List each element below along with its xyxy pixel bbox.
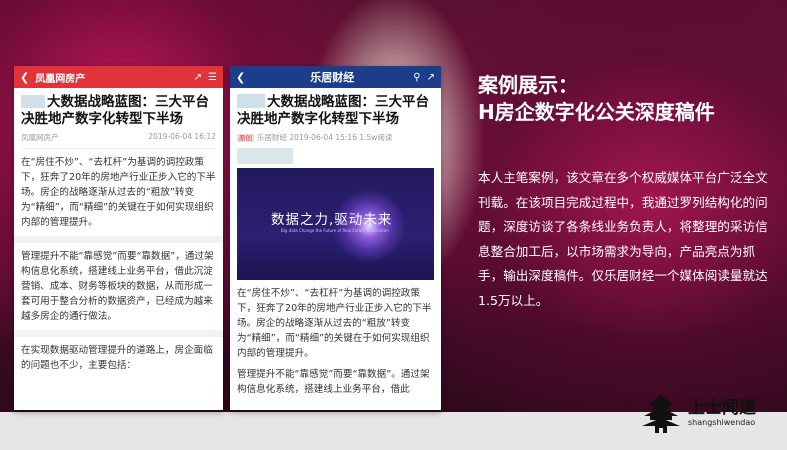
redacted-block <box>237 94 265 108</box>
case-heading-line1: 案例展示： <box>478 73 578 97</box>
phone-screenshot-leju: ❮ 乐居财经 ⚲ ↗ 大数据战略蓝图：三大平台决胜地产数字化转型下半场 原创 乐居… <box>230 66 441 410</box>
article-paragraph: 在“房住不炒”、“去杠杆”为基调的调控政策下，狂奔了20年的房地产行业正步入它的… <box>237 288 432 359</box>
phone2-header: ❮ 乐居财经 ⚲ ↗ <box>230 66 441 88</box>
article-title: 大数据战略蓝图：三大平台决胜地产数字化转型下半场 <box>237 94 429 127</box>
back-icon[interactable]: ❮ <box>20 71 29 84</box>
article-meta: 凤凰网房产 2019-06-04 16:12 <box>21 132 216 143</box>
case-heading: 案例展示： H房企数字化公关深度稿件 <box>478 72 715 126</box>
article-source: 凤凰网房产 <box>21 133 59 142</box>
article-meta: 原创 乐居财经 2019-06-04 15:16 1.5w阅读 <box>237 132 434 143</box>
ifeng-house-logo: 凤凰网房产 <box>35 73 86 85</box>
case-description: 本人主笔案例，该文章在多个权威媒体平台广泛全文刊载。在该项目完成过程中，我通过罗… <box>478 170 768 308</box>
case-heading-line2: H房企数字化公关深度稿件 <box>478 100 715 124</box>
article-paragraph: 在实现数据驱动管理提升的道路上，房企面临的问题也不少，主要包括： <box>21 345 213 371</box>
redacted-block <box>237 148 293 164</box>
phone1-article: 大数据战略蓝图：三大平台决胜地产数字化转型下半场 凤凰网房产 2019-06-0… <box>14 88 223 385</box>
menu-icon[interactable]: ☰ <box>208 72 217 83</box>
article-title: 大数据战略蓝图：三大平台决胜地产数字化转型下半场 <box>21 94 209 127</box>
original-tag: 原创 <box>237 134 254 142</box>
article-cover-image: 数据之力,驱动未来 Big data Change the Future of … <box>237 168 434 280</box>
paragraph-gap <box>14 330 223 337</box>
leju-finance-logo: 乐居财经 <box>310 71 355 84</box>
cover-subtitle: Big data Change the Future of Real Estat… <box>281 228 389 233</box>
phone2-article: 大数据战略蓝图：三大平台决胜地产数字化转型下半场 原创 乐居财经 2019-06-… <box>230 88 441 409</box>
cover-headline: 数据之力,驱动未来 <box>271 212 393 228</box>
article-paragraph: 在“房住不炒”、“去杠杆”为基调的调控政策下，狂奔了20年的房地产行业正步入它的… <box>21 157 216 228</box>
redacted-block <box>21 95 45 108</box>
search-icon[interactable]: ⚲ <box>413 72 420 83</box>
article-paragraph: 管理提升不能“靠感觉”而要“靠数据”，通过架构信息化系统，搭建线上业务平台，借此… <box>21 251 214 322</box>
article-meta-text: 乐居财经 2019-06-04 15:16 1.5w阅读 <box>257 133 393 142</box>
back-icon[interactable]: ❮ <box>236 71 245 84</box>
brand-pinyin: shangshiwendao <box>688 418 756 427</box>
divider <box>21 148 216 149</box>
share-icon[interactable]: ↗ <box>427 72 435 83</box>
pagoda-icon <box>642 395 680 433</box>
article-date: 2019-06-04 16:12 <box>148 132 216 141</box>
brand-name: 上士闻道 <box>688 398 756 418</box>
phone1-header: ❮ 凤凰网房产 ↗ ☰ <box>14 66 223 88</box>
brand-logo-block: 上士闻道 shangshiwendao <box>640 392 756 434</box>
phone-screenshot-ifeng: ❮ 凤凰网房产 ↗ ☰ 大数据战略蓝图：三大平台决胜地产数字化转型下半场 凤凰网… <box>14 66 223 410</box>
paragraph-gap <box>14 236 223 243</box>
redacted-row <box>237 148 434 164</box>
article-paragraph: 管理提升不能“靠感觉”而要“靠数据”。通过架构信息化系统，搭建线上业务平台，借此 <box>237 369 430 395</box>
share-icon[interactable]: ↗ <box>194 72 202 83</box>
